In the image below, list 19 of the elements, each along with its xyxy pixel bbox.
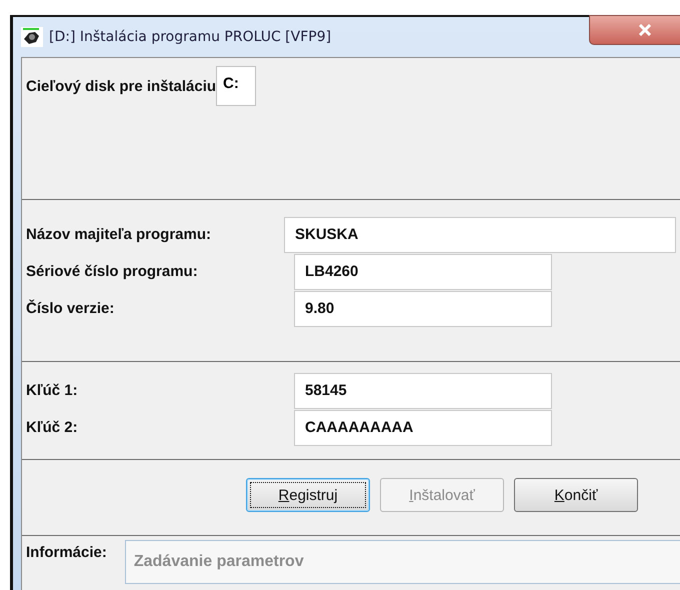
input-field[interactable]: C:	[216, 66, 256, 106]
input-field[interactable]: SKUSKA	[284, 216, 676, 252]
input-field[interactable]: 58145	[294, 372, 552, 408]
field-label: Kľúč 2:	[26, 419, 79, 436]
input-field[interactable]: LB4260	[294, 254, 552, 290]
field-label: Kľúč 1:	[26, 382, 79, 399]
input-field[interactable]: CAAAAAAAAA	[294, 410, 552, 446]
close-icon	[638, 24, 652, 36]
close-button[interactable]	[589, 15, 680, 45]
field-label: Informácie:	[26, 543, 107, 563]
app-icon	[21, 27, 43, 47]
dialog-button[interactable]: Končiť	[514, 478, 638, 512]
field-label: Cieľový disk pre inštaláciu	[26, 78, 216, 94]
window-title: [D:] Inštalácia programu PROLUC [VFP9]	[49, 29, 332, 45]
input-field[interactable]: 9.80	[294, 290, 552, 326]
field-label: Názov majiteľa programu:	[26, 226, 212, 243]
field-label: Číslo verzie:	[26, 300, 116, 317]
dialog-button[interactable]: Registruj	[246, 478, 370, 512]
field-label: Sériové číslo programu:	[26, 263, 199, 280]
